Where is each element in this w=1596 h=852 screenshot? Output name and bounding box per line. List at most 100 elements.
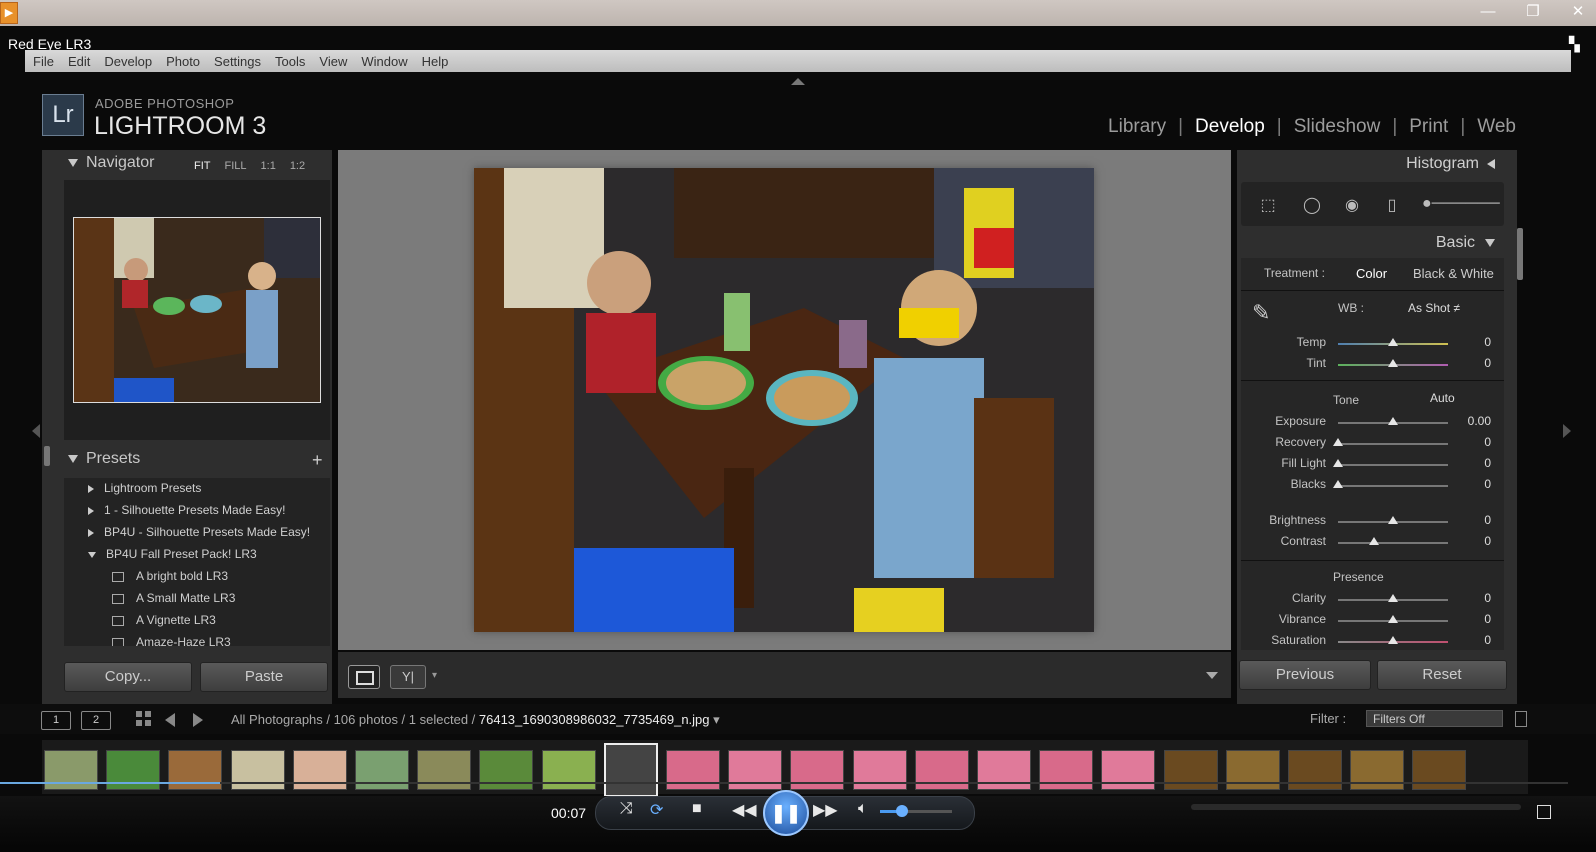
filmstrip-thumbnail[interactable] (1101, 750, 1156, 790)
slider-track[interactable] (1338, 417, 1448, 425)
slider-track[interactable] (1333, 438, 1448, 446)
slider-track[interactable] (1338, 636, 1448, 644)
slider-track[interactable] (1338, 359, 1448, 367)
fast-forward-icon[interactable]: ▶▶ (813, 800, 838, 820)
filmstrip-scrollbar[interactable] (1191, 804, 1521, 810)
loupe-view-button[interactable] (348, 665, 380, 689)
basic-header[interactable]: Basic (1436, 234, 1495, 252)
filmstrip-thumbnail[interactable] (230, 750, 285, 790)
menu-view[interactable]: View (319, 54, 347, 69)
right-panel-scrollbar[interactable] (1517, 228, 1523, 280)
slider-value[interactable]: 0 (1465, 612, 1491, 626)
filmstrip-thumbnail[interactable] (1039, 750, 1094, 790)
preset-item[interactable]: A Small Matte LR3 (112, 591, 235, 605)
previous-button[interactable]: Previous (1239, 660, 1371, 690)
slider-track[interactable] (1338, 516, 1448, 524)
repeat-icon[interactable]: ⟳ (650, 800, 663, 820)
crop-icon[interactable]: ⬚ (1257, 195, 1279, 215)
slider-knob[interactable] (1388, 516, 1398, 524)
filmstrip-thumbnail[interactable] (168, 750, 223, 790)
filmstrip-thumbnail[interactable] (790, 750, 845, 790)
grid-view-icon[interactable] (136, 711, 152, 727)
graduated-filter-icon[interactable]: ▯ (1381, 195, 1403, 215)
chevron-down-icon[interactable]: ▾ (432, 670, 437, 681)
filmstrip-thumbnail[interactable] (106, 750, 161, 790)
red-eye-icon[interactable]: ◉ (1341, 195, 1363, 215)
minimize-button[interactable]: — (1465, 0, 1511, 24)
adjustment-brush-icon[interactable]: ●────── (1422, 195, 1500, 215)
filmstrip-thumbnail[interactable] (728, 750, 783, 790)
filmstrip-thumbnail[interactable] (977, 750, 1031, 790)
pause-icon[interactable]: ❚❚ (763, 790, 809, 836)
auto-tone-button[interactable]: Auto (1430, 391, 1455, 405)
seek-bar[interactable] (0, 782, 1568, 784)
slider-knob[interactable] (1388, 636, 1398, 644)
slider-knob[interactable] (1388, 359, 1398, 367)
secondary-window-button[interactable]: 2 (81, 711, 111, 730)
module-web[interactable]: Web (1477, 116, 1516, 138)
slider-track[interactable] (1338, 338, 1448, 346)
filmstrip-thumbnail[interactable] (417, 750, 472, 790)
slider-knob[interactable] (1333, 480, 1343, 488)
slider-knob[interactable] (1388, 417, 1398, 425)
reset-button[interactable]: Reset (1377, 660, 1507, 690)
wb-select[interactable]: As Shot ≠ (1408, 301, 1460, 315)
copy-button[interactable]: Copy... (64, 662, 192, 692)
slider-knob[interactable] (1388, 615, 1398, 623)
before-after-button[interactable]: Y| (390, 665, 426, 689)
slider-value[interactable]: 0 (1465, 456, 1491, 470)
menu-window[interactable]: Window (361, 54, 407, 69)
primary-window-button[interactable]: 1 (41, 711, 71, 730)
module-library[interactable]: Library (1108, 116, 1166, 138)
slider-track[interactable] (1333, 480, 1448, 488)
menu-settings[interactable]: Settings (214, 54, 261, 69)
slider-value[interactable]: 0 (1465, 335, 1491, 349)
preset-item[interactable]: A Vignette LR3 (112, 613, 216, 627)
histogram-header[interactable]: Histogram (1406, 155, 1495, 173)
navigator-header[interactable]: Navigator FIT FILL 1:1 1:2 (42, 154, 332, 180)
slider-value[interactable]: 0 (1465, 356, 1491, 370)
volume-knob[interactable] (895, 805, 908, 817)
treatment-black-white[interactable]: Black & White (1413, 266, 1494, 281)
slider-value[interactable]: 0 (1465, 435, 1491, 449)
add-preset-button[interactable]: + (312, 450, 323, 471)
preset-folder[interactable]: Lightroom Presets (88, 481, 201, 495)
stop-icon[interactable]: ■ (692, 800, 702, 818)
slider-value[interactable]: 0 (1465, 477, 1491, 491)
toolbar-menu-icon[interactable] (1206, 672, 1218, 679)
filmstrip-thumbnail[interactable] (292, 750, 347, 790)
source-indicator[interactable]: All Photographs / 106 photos / 1 selecte… (231, 712, 720, 728)
slider-track[interactable] (1338, 615, 1448, 623)
slider-value[interactable]: 0 (1465, 513, 1491, 527)
expand-icon[interactable] (1537, 805, 1551, 819)
back-arrow-icon[interactable] (165, 713, 175, 727)
slider-value[interactable]: 0.00 (1465, 414, 1491, 428)
rewind-icon[interactable]: ◀◀ (732, 800, 757, 820)
spot-removal-icon[interactable]: ◯ (1301, 195, 1323, 215)
slider-knob[interactable] (1333, 459, 1343, 467)
treatment-color[interactable]: Color (1356, 266, 1387, 281)
main-photo[interactable] (474, 168, 1094, 632)
filmstrip-thumbnail[interactable] (479, 750, 534, 790)
slider-track[interactable] (1333, 459, 1448, 467)
slider-knob[interactable] (1369, 537, 1380, 545)
shuffle-icon[interactable]: ⤨ (620, 800, 633, 818)
filmstrip-thumbnail[interactable] (1412, 750, 1467, 790)
paste-button[interactable]: Paste (200, 662, 328, 692)
filmstrip-thumbnail[interactable] (541, 750, 596, 790)
maximize-button[interactable]: ❐ (1510, 0, 1556, 24)
filmstrip-thumbnail[interactable] (1350, 750, 1405, 790)
slider-value[interactable]: 0 (1465, 633, 1491, 647)
filmstrip-thumbnail[interactable] (914, 750, 969, 790)
preset-folder[interactable]: 1 - Silhouette Presets Made Easy! (88, 503, 285, 517)
slider-track[interactable] (1338, 594, 1448, 602)
filter-select[interactable]: Filters Off (1366, 710, 1503, 727)
preset-item[interactable]: Amaze-Haze LR3 (112, 635, 231, 646)
zoom-fill[interactable]: FILL (225, 160, 247, 172)
volume-icon[interactable]: 🔈︎ (858, 800, 868, 818)
menu-edit[interactable]: Edit (68, 54, 90, 69)
filmstrip-thumbnail[interactable] (1288, 750, 1342, 790)
slider-value[interactable]: 0 (1465, 534, 1491, 548)
presets-header[interactable]: Presets + (42, 450, 332, 476)
menu-develop[interactable]: Develop (104, 54, 152, 69)
